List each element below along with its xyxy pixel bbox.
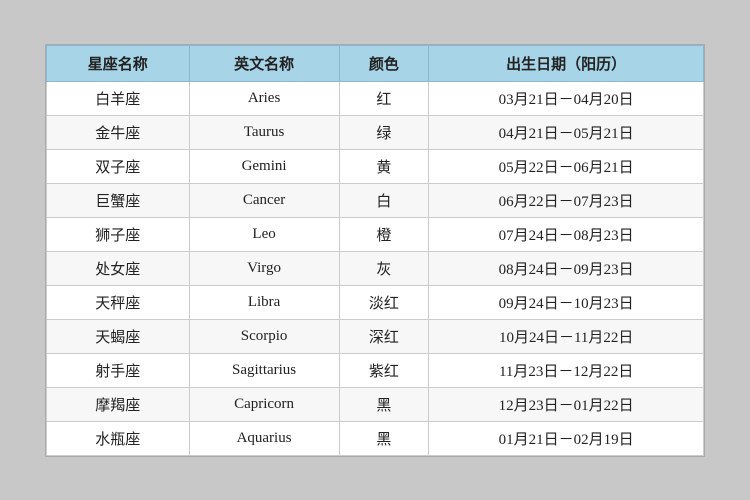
cell-zh-name: 巨蟹座	[47, 183, 190, 217]
zodiac-table-container: 星座名称 英文名称 颜色 出生日期（阳历） 白羊座Aries红03月21日－04…	[45, 44, 705, 457]
cell-zh-name: 金牛座	[47, 115, 190, 149]
cell-zh-name: 摩羯座	[47, 387, 190, 421]
cell-en-name: Sagittarius	[189, 353, 339, 387]
cell-date: 04月21日－05月21日	[429, 115, 704, 149]
cell-en-name: Cancer	[189, 183, 339, 217]
table-row: 处女座Virgo灰08月24日－09月23日	[47, 251, 704, 285]
cell-zh-name: 处女座	[47, 251, 190, 285]
table-row: 天秤座Libra淡红09月24日－10月23日	[47, 285, 704, 319]
cell-en-name: Virgo	[189, 251, 339, 285]
cell-date: 12月23日－01月22日	[429, 387, 704, 421]
cell-en-name: Taurus	[189, 115, 339, 149]
cell-color: 淡红	[339, 285, 429, 319]
cell-zh-name: 白羊座	[47, 81, 190, 115]
cell-color: 紫红	[339, 353, 429, 387]
cell-color: 红	[339, 81, 429, 115]
table-row: 摩羯座Capricorn黑12月23日－01月22日	[47, 387, 704, 421]
cell-en-name: Aries	[189, 81, 339, 115]
cell-color: 灰	[339, 251, 429, 285]
cell-en-name: Leo	[189, 217, 339, 251]
cell-zh-name: 狮子座	[47, 217, 190, 251]
cell-date: 08月24日－09月23日	[429, 251, 704, 285]
header-color: 颜色	[339, 45, 429, 81]
cell-date: 05月22日－06月21日	[429, 149, 704, 183]
cell-color: 橙	[339, 217, 429, 251]
cell-date: 11月23日－12月22日	[429, 353, 704, 387]
table-row: 射手座Sagittarius紫红11月23日－12月22日	[47, 353, 704, 387]
cell-en-name: Gemini	[189, 149, 339, 183]
cell-date: 01月21日－02月19日	[429, 421, 704, 455]
cell-en-name: Scorpio	[189, 319, 339, 353]
zodiac-table: 星座名称 英文名称 颜色 出生日期（阳历） 白羊座Aries红03月21日－04…	[46, 45, 704, 456]
table-row: 白羊座Aries红03月21日－04月20日	[47, 81, 704, 115]
table-row: 金牛座Taurus绿04月21日－05月21日	[47, 115, 704, 149]
table-header-row: 星座名称 英文名称 颜色 出生日期（阳历）	[47, 45, 704, 81]
cell-date: 10月24日－11月22日	[429, 319, 704, 353]
cell-zh-name: 射手座	[47, 353, 190, 387]
cell-en-name: Capricorn	[189, 387, 339, 421]
table-row: 双子座Gemini黄05月22日－06月21日	[47, 149, 704, 183]
cell-en-name: Aquarius	[189, 421, 339, 455]
cell-date: 03月21日－04月20日	[429, 81, 704, 115]
table-row: 天蝎座Scorpio深红10月24日－11月22日	[47, 319, 704, 353]
table-row: 巨蟹座Cancer白06月22日－07月23日	[47, 183, 704, 217]
cell-color: 黑	[339, 387, 429, 421]
cell-color: 深红	[339, 319, 429, 353]
cell-zh-name: 天秤座	[47, 285, 190, 319]
cell-color: 白	[339, 183, 429, 217]
cell-date: 07月24日－08月23日	[429, 217, 704, 251]
header-date: 出生日期（阳历）	[429, 45, 704, 81]
table-row: 狮子座Leo橙07月24日－08月23日	[47, 217, 704, 251]
cell-zh-name: 双子座	[47, 149, 190, 183]
header-zh-name: 星座名称	[47, 45, 190, 81]
cell-date: 09月24日－10月23日	[429, 285, 704, 319]
cell-color: 黑	[339, 421, 429, 455]
cell-zh-name: 水瓶座	[47, 421, 190, 455]
cell-date: 06月22日－07月23日	[429, 183, 704, 217]
table-row: 水瓶座Aquarius黑01月21日－02月19日	[47, 421, 704, 455]
table-body: 白羊座Aries红03月21日－04月20日金牛座Taurus绿04月21日－0…	[47, 81, 704, 455]
cell-color: 绿	[339, 115, 429, 149]
cell-color: 黄	[339, 149, 429, 183]
header-en-name: 英文名称	[189, 45, 339, 81]
cell-en-name: Libra	[189, 285, 339, 319]
cell-zh-name: 天蝎座	[47, 319, 190, 353]
